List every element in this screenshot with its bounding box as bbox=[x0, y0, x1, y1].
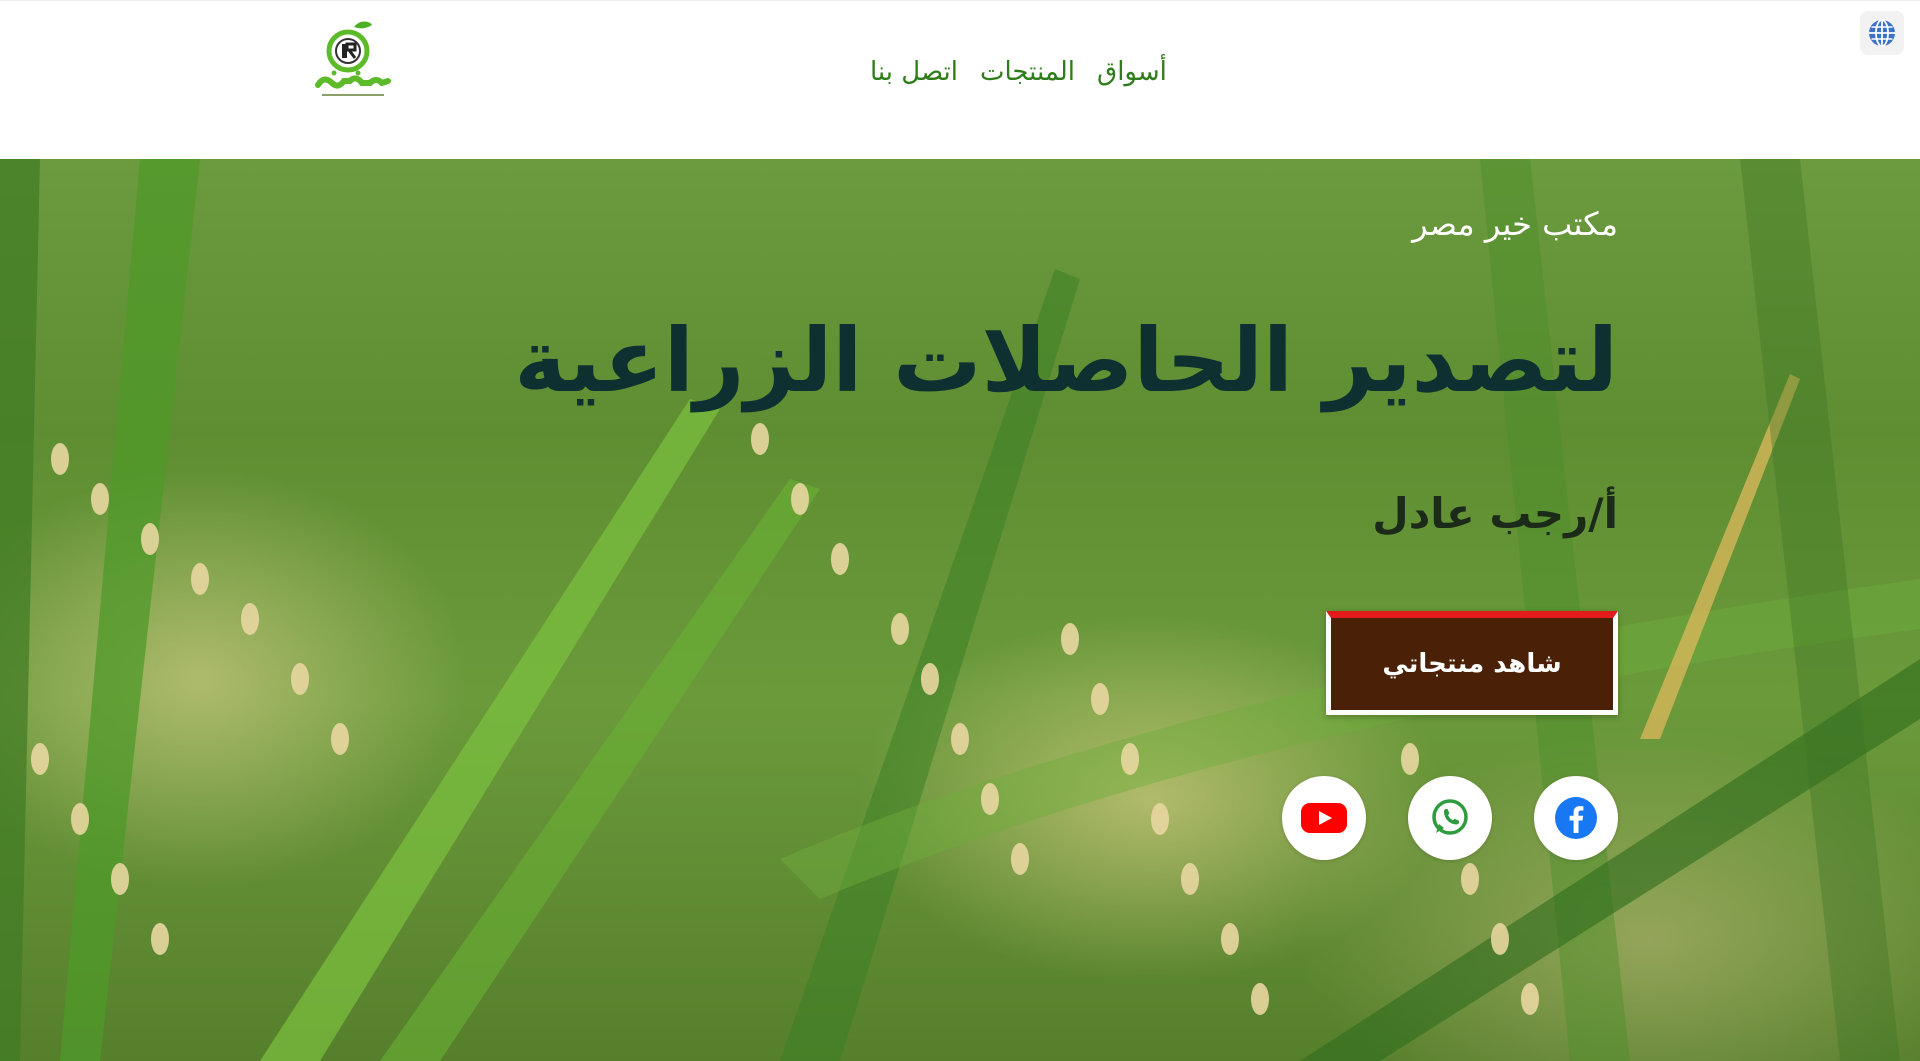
nav-link-products[interactable]: المنتجات bbox=[980, 57, 1075, 87]
social-links bbox=[1282, 776, 1618, 860]
whatsapp-link[interactable] bbox=[1408, 776, 1492, 860]
nav-link-contact[interactable]: اتصل بنا bbox=[870, 57, 958, 87]
hero-section: مكتب خير مصر لتصدير الحاصلات الزراعية أ/… bbox=[0, 159, 1920, 1061]
whatsapp-icon bbox=[1432, 799, 1468, 835]
hero-subtitle: مكتب خير مصر bbox=[1412, 205, 1618, 243]
view-products-button[interactable]: شاهد منتجاتي bbox=[1326, 611, 1618, 715]
facebook-icon bbox=[1555, 797, 1597, 839]
youtube-icon bbox=[1301, 803, 1347, 833]
nav-link-markets[interactable]: أسواق bbox=[1097, 57, 1167, 87]
brand-logo[interactable] bbox=[312, 19, 394, 103]
hero-title: لتصدير الحاصلات الزراعية bbox=[514, 309, 1619, 412]
site-header: أسواق المنتجات اتصل بنا bbox=[0, 0, 1920, 159]
facebook-link[interactable] bbox=[1534, 776, 1618, 860]
main-nav: أسواق المنتجات اتصل بنا bbox=[870, 57, 1167, 87]
youtube-link[interactable] bbox=[1282, 776, 1366, 860]
hero-author: أ/رجب عادل bbox=[1372, 489, 1618, 538]
view-products-label: شاهد منتجاتي bbox=[1382, 649, 1562, 679]
rice-field-background bbox=[0, 159, 1920, 1061]
globe-icon bbox=[1869, 19, 1895, 47]
language-button[interactable] bbox=[1860, 11, 1904, 55]
